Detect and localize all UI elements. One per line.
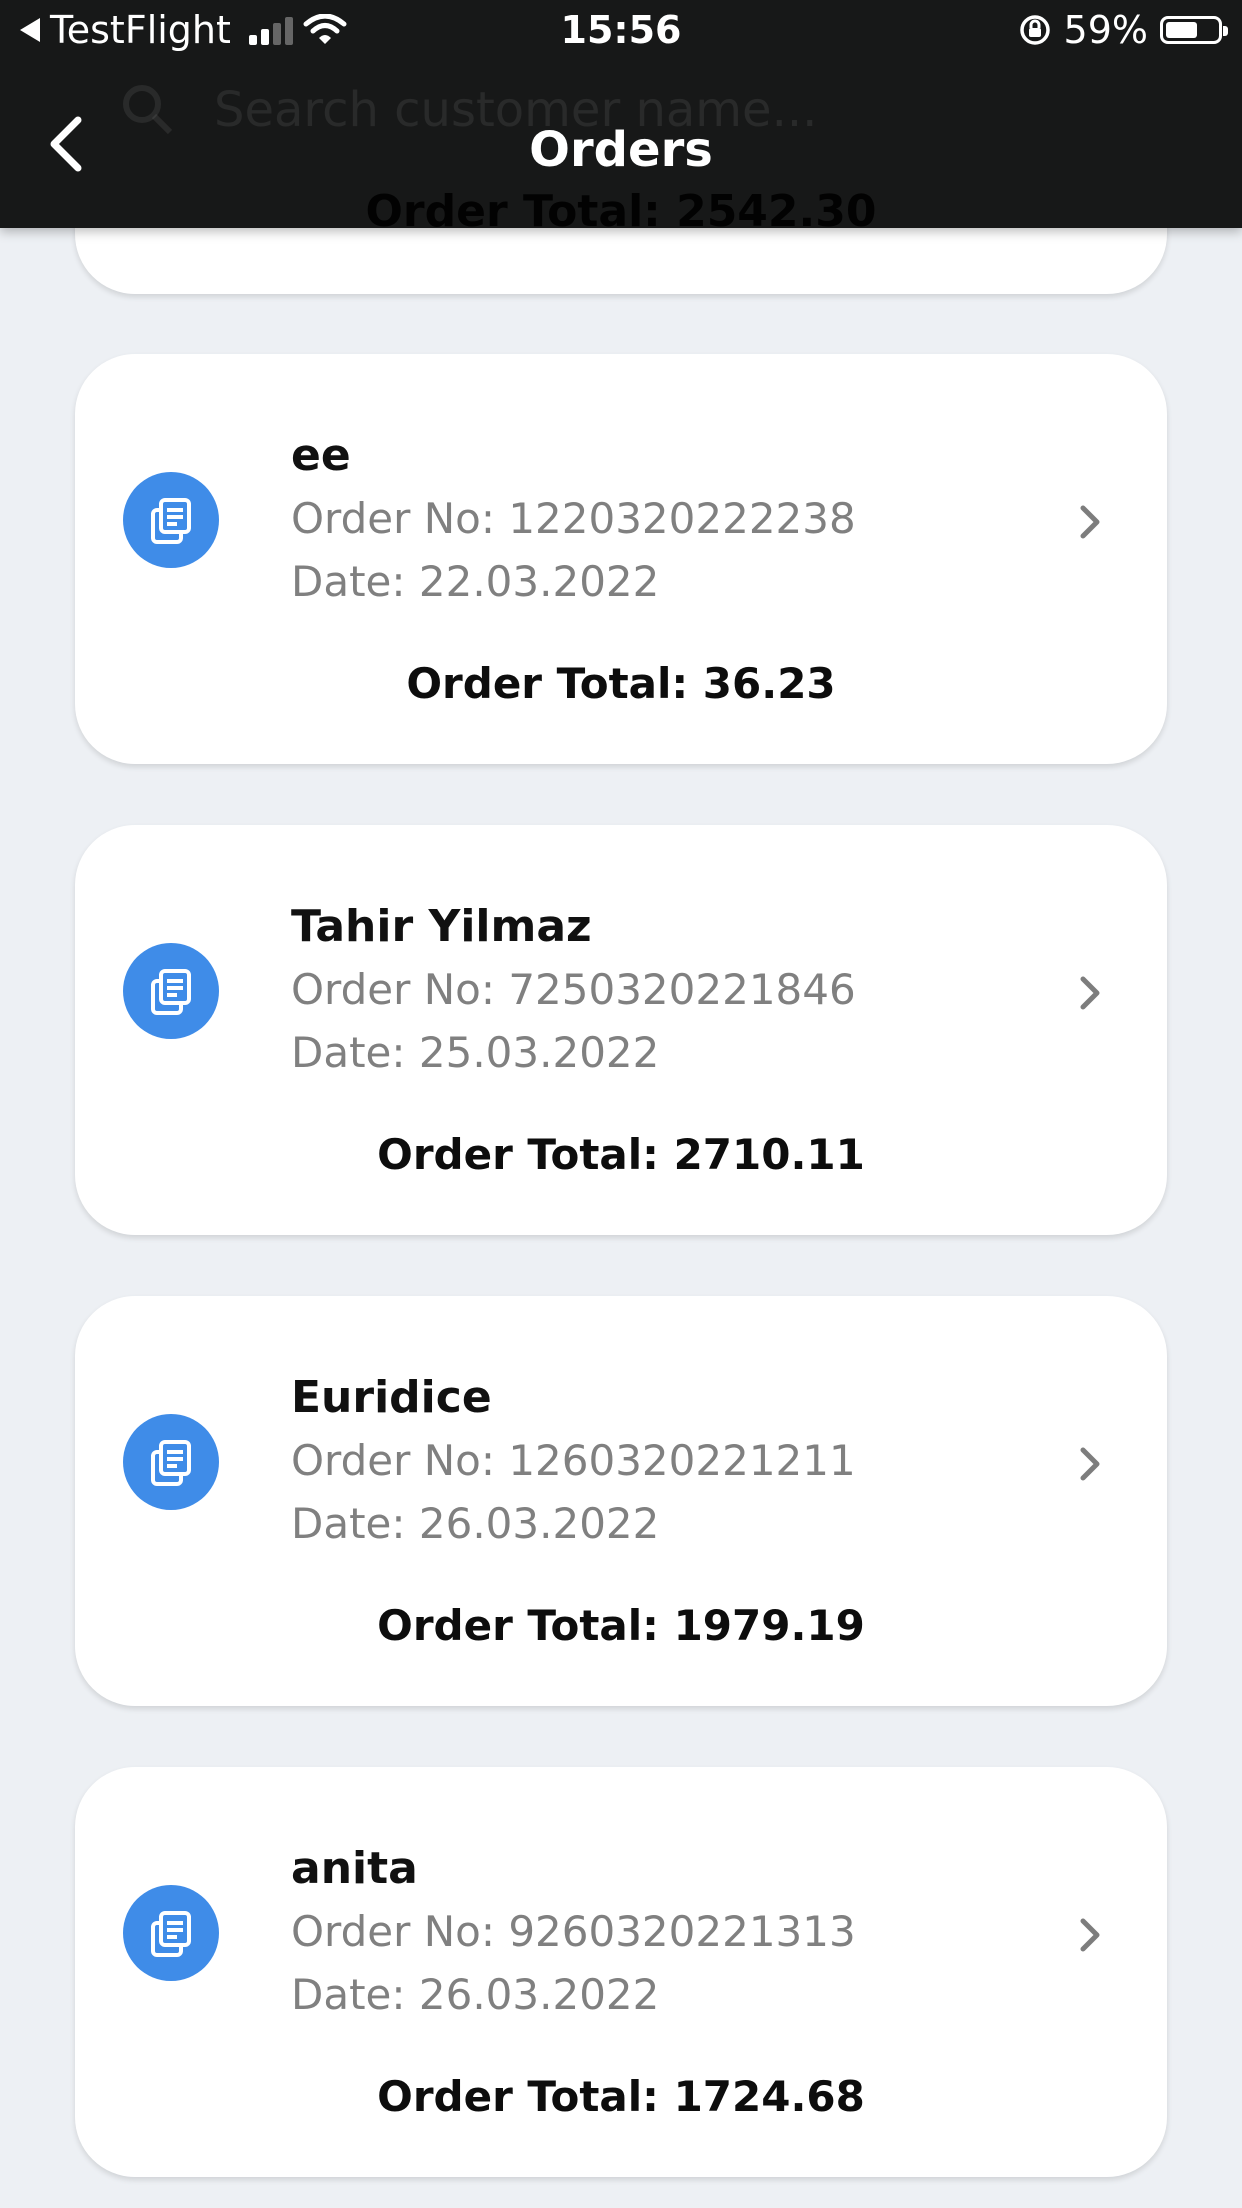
order-card[interactable]: ee Order No: 1220320222238 Date: 22.03.2… (75, 354, 1167, 764)
document-list-icon (123, 472, 219, 568)
status-bar: TestFlight 15:56 59% (0, 0, 1242, 64)
order-card[interactable]: Euridice Order No: 1260320221211 Date: 2… (75, 1296, 1167, 1706)
order-date: Date: 25.03.2022 (291, 1028, 660, 1077)
battery-percent: 59% (1063, 8, 1148, 52)
status-right: 59% (1018, 8, 1228, 52)
chevron-right-icon (1080, 1918, 1100, 1952)
order-card[interactable]: Tahir Yilmaz Order No: 7250320221846 Dat… (75, 825, 1167, 1235)
order-number: Order No: 1220320222238 (291, 494, 856, 543)
customer-name: ee (291, 430, 351, 481)
order-total: Order Total: 2710.11 (377, 1130, 865, 1179)
order-card[interactable]: anita Order No: 9260320221313 Date: 26.0… (75, 1767, 1167, 2177)
order-total: Order Total: 1979.19 (377, 1601, 865, 1650)
order-number: Order No: 7250320221846 (291, 965, 856, 1014)
partial-order-total: Order Total: 2542.30 (365, 186, 877, 237)
order-number: Order No: 9260320221313 (291, 1907, 856, 1956)
document-list-icon (123, 1885, 219, 1981)
orientation-lock-icon (1019, 15, 1050, 45)
document-list-icon (123, 1414, 219, 1510)
chevron-right-icon (1080, 1447, 1100, 1481)
order-total: Order Total: 36.23 (406, 659, 836, 708)
order-date: Date: 26.03.2022 (291, 1499, 660, 1548)
app-header: TestFlight 15:56 59% Search customer nam… (0, 0, 1242, 237)
customer-name: Tahir Yilmaz (291, 901, 592, 952)
order-date: Date: 22.03.2022 (291, 557, 660, 606)
order-date: Date: 26.03.2022 (291, 1970, 660, 2019)
document-list-icon (123, 943, 219, 1039)
battery-icon (1160, 16, 1228, 44)
customer-name: anita (291, 1843, 418, 1894)
order-total: Order Total: 1724.68 (377, 2072, 865, 2121)
navigation-bar: Search customer name... Order Total: 254… (0, 64, 1242, 237)
customer-name: Euridice (291, 1372, 492, 1423)
order-number: Order No: 1260320221211 (291, 1436, 856, 1485)
chevron-right-icon (1080, 505, 1100, 539)
page-title: Orders (529, 122, 713, 178)
chevron-right-icon (1080, 976, 1100, 1010)
